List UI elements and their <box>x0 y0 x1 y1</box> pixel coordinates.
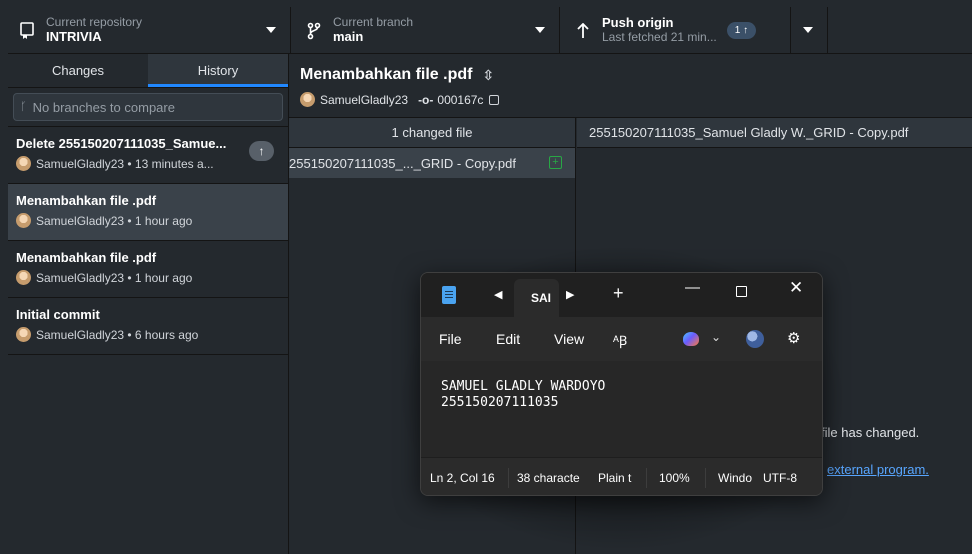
menu-file[interactable]: File <box>439 331 462 347</box>
copy-icon[interactable] <box>489 94 500 105</box>
file-added-icon: + <box>549 156 562 169</box>
minimize-icon[interactable]: — <box>685 279 700 296</box>
new-tab-icon[interactable]: + <box>613 283 624 304</box>
commit-list: Delete 255150207111035_Samue... SamuelGl… <box>8 126 288 355</box>
commit-title: Delete 255150207111035_Samue... <box>16 136 227 151</box>
commit-title: Menambahkan file .pdf <box>16 250 157 265</box>
menu-view[interactable]: View <box>554 331 584 347</box>
profile-avatar-icon[interactable] <box>746 330 764 348</box>
tab-scroll-left-icon[interactable]: ◀ <box>494 288 502 301</box>
avatar <box>16 156 31 171</box>
status-divider <box>646 468 647 488</box>
avatar <box>16 327 31 342</box>
maximize-icon[interactable] <box>736 286 747 297</box>
zoom-level: 100% <box>659 471 690 485</box>
sidebar-tabs: Changes History <box>8 54 288 88</box>
avatar <box>16 270 31 285</box>
notepad-menubar: File Edit View ᴬꞴ ⌄ ⚙ <box>421 317 822 361</box>
commit-meta: SamuelGladly23 • 6 hours ago <box>36 327 199 342</box>
repository-name: INTRIVIA <box>46 28 102 44</box>
push-options-chevron-icon[interactable] <box>803 27 813 33</box>
tab-scroll-right-icon[interactable]: ▶ <box>566 288 574 301</box>
branch-label: Current branch <box>333 15 414 30</box>
changed-files-header: 1 changed file <box>289 118 575 148</box>
commit-sha: 000167c <box>437 92 484 107</box>
repository-label: Current repository <box>46 15 143 30</box>
compare-placeholder: No branches to compare <box>32 99 175 115</box>
tab-history[interactable]: History <box>148 54 288 87</box>
push-origin-button[interactable]: Push origin Last fetched 21 min... 1 ↑ <box>560 7 828 54</box>
commit-meta: SamuelGladly23 • 13 minutes a... <box>36 156 214 171</box>
menu-edit[interactable]: Edit <box>496 331 520 347</box>
chevron-down-icon[interactable]: ⌄ <box>711 330 721 344</box>
file-name: 255150207111035_..._GRID - Copy.pdf <box>289 155 516 171</box>
push-origin-label: Push origin <box>602 15 674 31</box>
current-branch-dropdown[interactable]: Current branch main <box>291 7 560 54</box>
chevron-down-icon <box>535 27 545 33</box>
gear-icon[interactable]: ⚙ <box>787 329 800 347</box>
commit-author: SamuelGladly23 <box>320 92 409 107</box>
copilot-icon[interactable] <box>683 332 699 346</box>
notepad-status-bar: Ln 2, Col 16 38 characte Plain t 100% Wi… <box>421 457 822 495</box>
push-count-badge: 1 ↑ <box>726 22 757 39</box>
open-external-link[interactable]: external program. <box>827 462 929 477</box>
line-ending-status: Windo <box>718 471 752 485</box>
repository-icon <box>16 21 38 40</box>
commit-icon: -o- <box>418 92 434 107</box>
text-format-status: Plain t <box>598 471 632 485</box>
avatar <box>300 92 315 107</box>
last-fetched-text: Last fetched 21 min... <box>602 30 717 45</box>
commit-header: Menambahkan file .pdf ⇳ SamuelGladly23 -… <box>289 54 972 118</box>
sidebar: Changes History ᚴ No branches to compare… <box>8 54 289 554</box>
branch-name: main <box>333 28 364 44</box>
notepad-app-icon <box>442 286 456 304</box>
commit-detail-title: Menambahkan file .pdf <box>300 66 473 83</box>
notepad-tab[interactable]: SAI <box>514 279 559 317</box>
commit-meta: SamuelGladly23 • 1 hour ago <box>36 270 193 285</box>
status-divider <box>705 468 706 488</box>
character-count: 38 characte <box>517 471 580 485</box>
toolbar: Current repository INTRIVIA Current bran… <box>8 7 972 54</box>
current-repository-dropdown[interactable]: Current repository INTRIVIA <box>8 7 291 54</box>
tab-changes[interactable]: Changes <box>8 54 148 87</box>
close-icon[interactable]: ✕ <box>789 278 803 298</box>
avatar <box>16 213 31 228</box>
expand-icon[interactable]: ⇳ <box>482 67 494 84</box>
unpushed-commit-icon: ↑ <box>249 141 274 161</box>
commit-list-item[interactable]: Menambahkan file .pdf SamuelGladly23 • 1… <box>8 241 288 298</box>
toolbar-divider <box>790 7 791 54</box>
commit-list-item[interactable]: Delete 255150207111035_Samue... SamuelGl… <box>8 127 288 184</box>
notepad-text-area[interactable]: SAMUEL GLADLY WARDOYO 255150207111035 <box>421 361 822 457</box>
chevron-down-icon <box>266 27 276 33</box>
branch-compare-icon: ᚴ <box>20 101 27 113</box>
encoding-status: UTF-8 <box>763 471 797 485</box>
compare-branch-input[interactable]: ᚴ No branches to compare <box>13 93 283 121</box>
commit-title: Menambahkan file .pdf <box>16 193 157 208</box>
commit-title: Initial commit <box>16 307 100 322</box>
commit-meta: SamuelGladly23 • 1 hour ago <box>36 213 193 228</box>
commit-list-item[interactable]: Menambahkan file .pdf SamuelGladly23 • 1… <box>8 184 288 241</box>
arrow-up-icon <box>572 22 594 39</box>
changed-file-row[interactable]: 255150207111035_..._GRID - Copy.pdf + <box>289 148 575 178</box>
text-format-icon[interactable]: ᴬꞴ <box>613 331 627 349</box>
commit-list-item[interactable]: Initial commit SamuelGladly23 • 6 hours … <box>8 298 288 355</box>
diff-file-header: 255150207111035_Samuel Gladly W._GRID - … <box>577 118 972 148</box>
cursor-position: Ln 2, Col 16 <box>430 471 495 485</box>
branch-icon <box>303 22 325 40</box>
status-divider <box>508 468 509 488</box>
notepad-window[interactable]: ◀ SAI ▶ + — ✕ File Edit View ᴬꞴ ⌄ ⚙ SAMU… <box>420 272 823 496</box>
notepad-titlebar[interactable]: ◀ SAI ▶ + — ✕ <box>421 273 822 317</box>
